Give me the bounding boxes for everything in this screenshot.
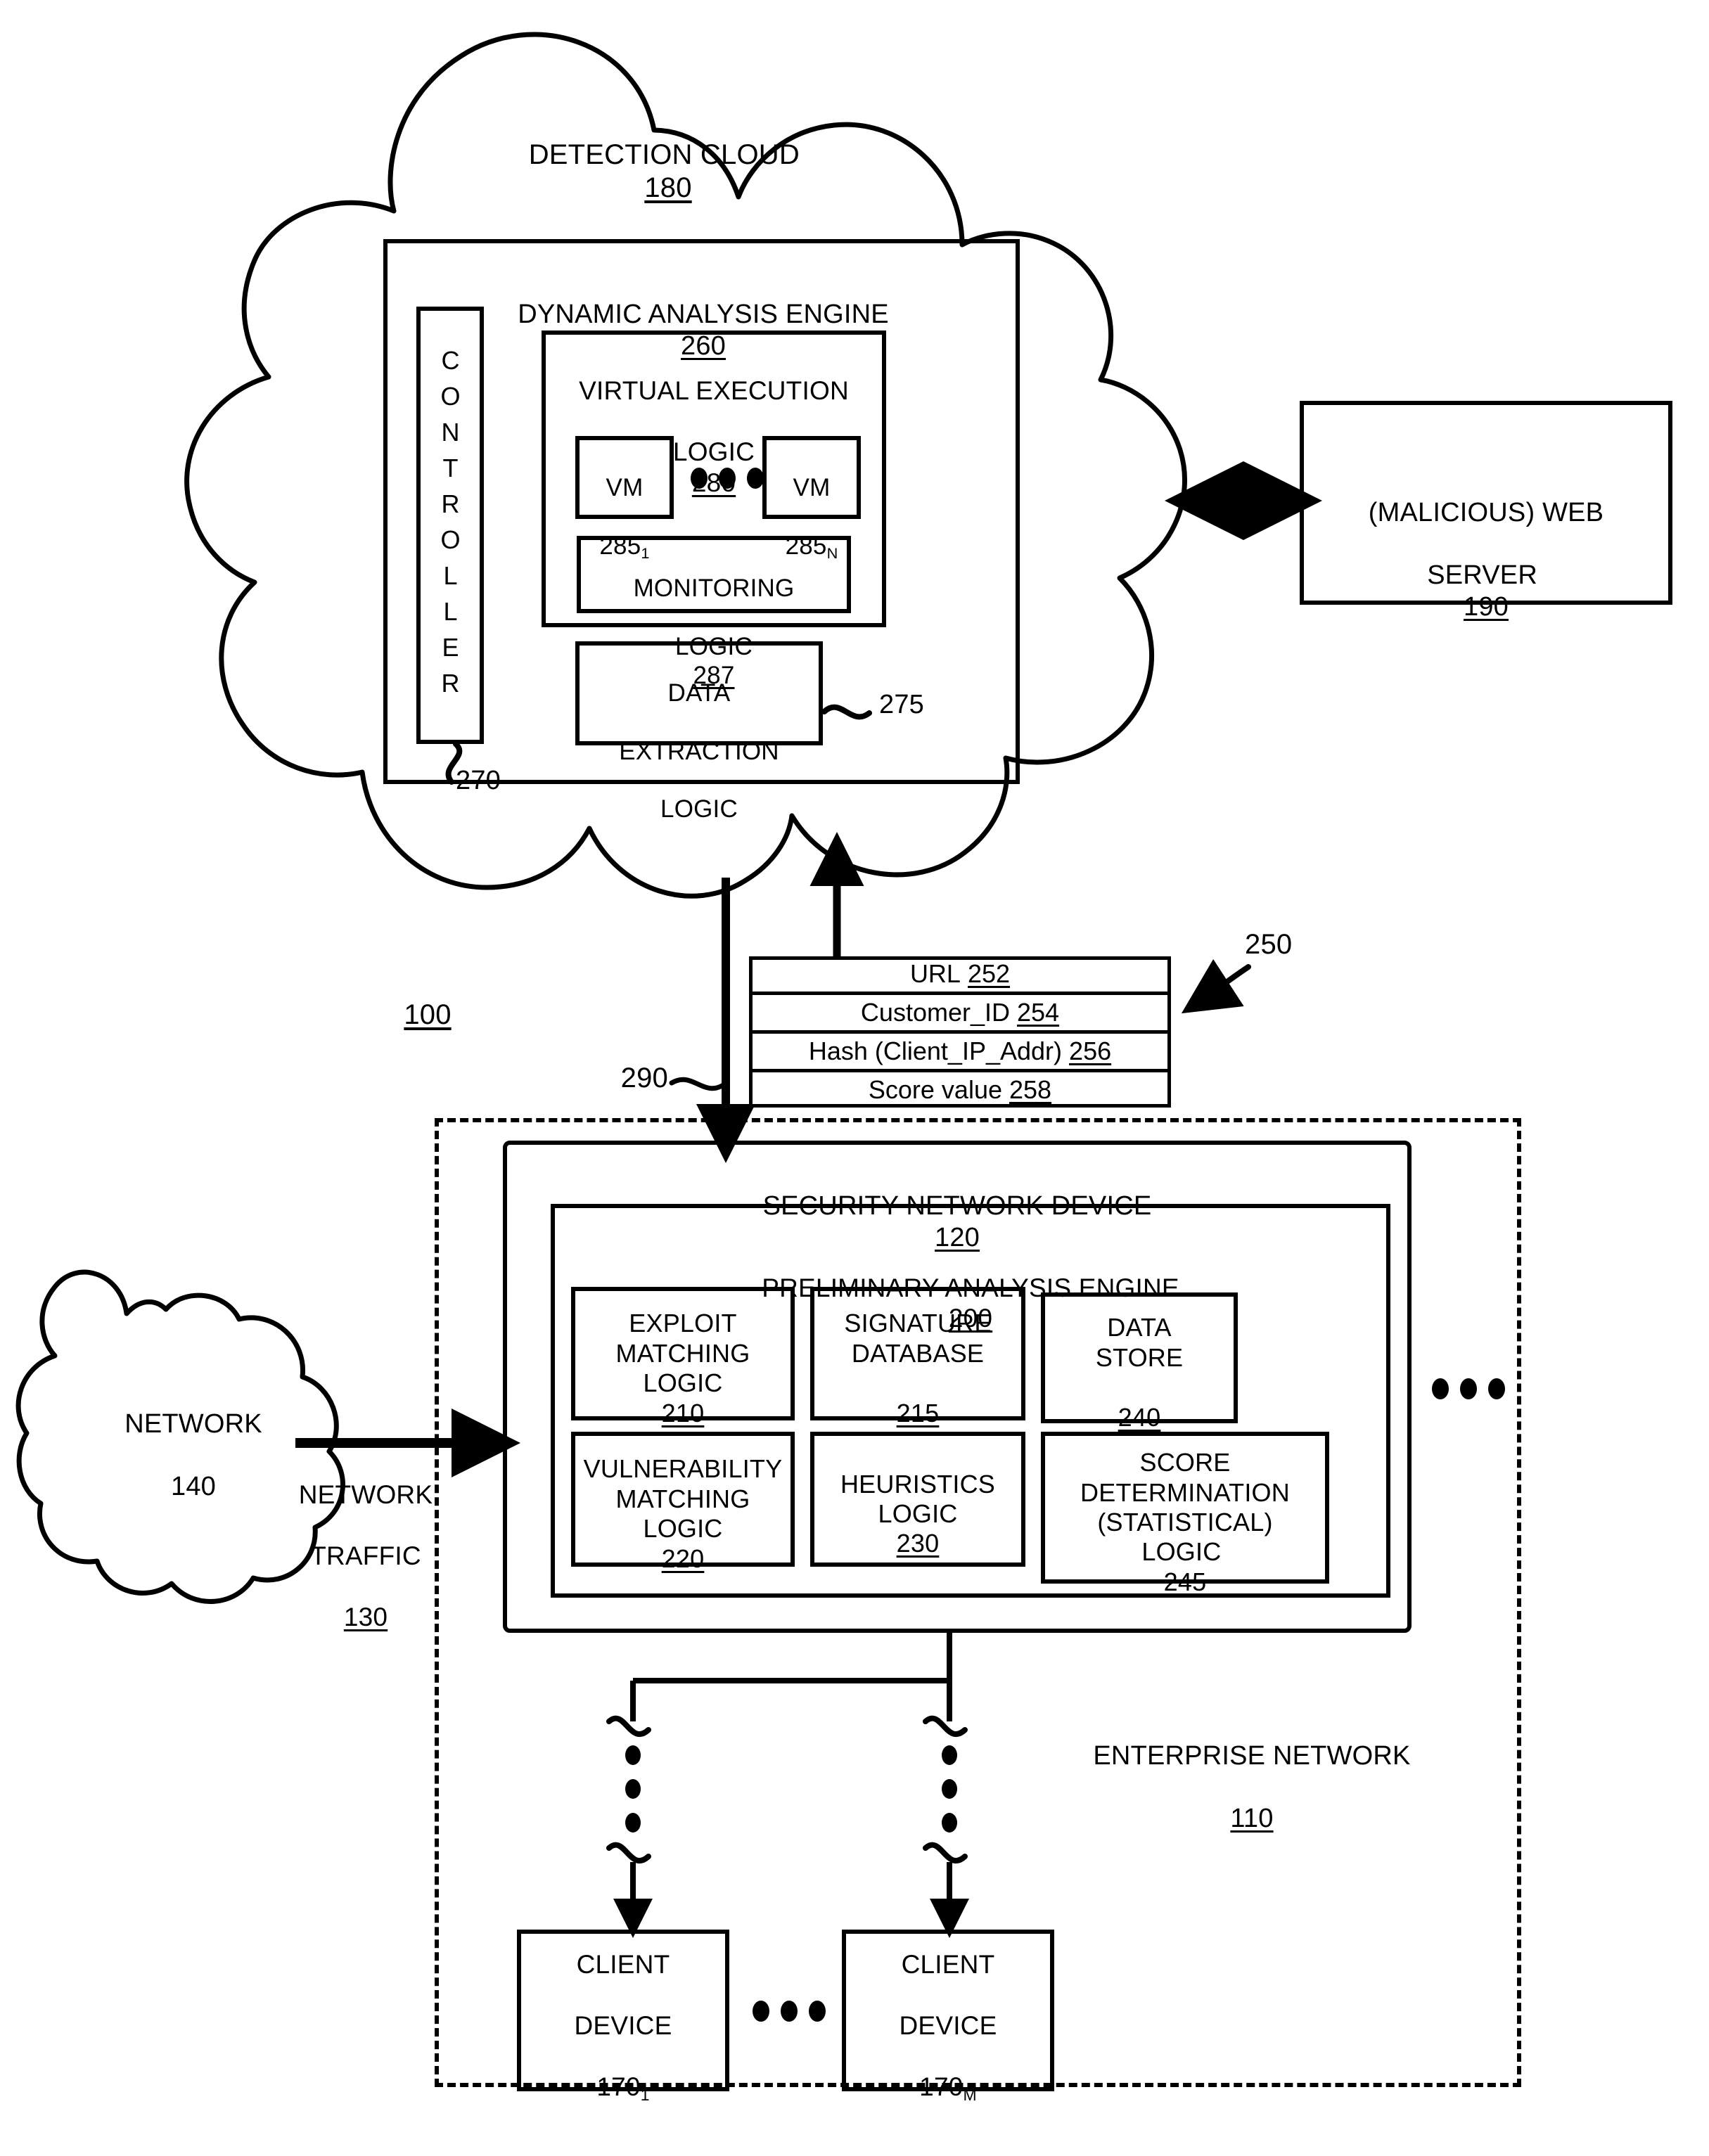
module-heuristics-logic: HEURISTICS LOGIC 230 <box>810 1432 1025 1567</box>
enterprise-network-label: ENTERPRISE NETWORK 110 <box>1093 1740 1411 1834</box>
client-device-box-m: CLIENT DEVICE 170M <box>842 1930 1054 2104</box>
controller-box: CONTROLLER <box>416 307 484 744</box>
vm-ellipsis <box>691 468 764 489</box>
data-extraction-logic-label: DATA EXTRACTION LOGIC <box>619 679 779 823</box>
network-traffic-label: NETWORK TRAFFIC 130 <box>298 1480 433 1632</box>
client-bus-ellipsis-left <box>625 1745 641 1833</box>
message-250-rows: URL 252 Customer_ID 254 Hash (Client_IP_… <box>749 956 1171 1108</box>
system-ref-100: 100 <box>404 999 452 1030</box>
module-signature-database: SIGNATURE DATABASE 215 <box>810 1287 1025 1427</box>
leader-250 <box>1181 958 1251 1014</box>
client-device-box-1: CLIENT DEVICE 1701 <box>517 1930 729 2104</box>
module-exploit-matching-logic: EXPLOIT MATCHING LOGIC 210 <box>571 1287 795 1427</box>
module-score-determination-logic: SCORE DETERMINATION (STATISTICAL) LOGIC … <box>1041 1432 1329 1596</box>
module-lines: SCORE DETERMINATION (STATISTICAL) LOGIC <box>1080 1448 1290 1567</box>
detection-cloud-label: DETECTION CLOUD 180 <box>528 139 800 204</box>
module-vulnerability-matching-logic: VULNERABILITY MATCHING LOGIC 220 <box>571 1432 795 1573</box>
message-row: Hash (Client_IP_Addr) 256 <box>749 1034 1171 1072</box>
message-row: URL 252 <box>749 956 1171 995</box>
module-ref: 245 <box>1163 1567 1207 1596</box>
client-bus-ellipsis-right <box>942 1745 957 1833</box>
module-ref: 230 <box>896 1529 940 1558</box>
security-device-more-ellipsis <box>1432 1378 1505 1399</box>
web-server-label: (MALICIOUS) WEB SERVER 190 <box>1368 497 1604 622</box>
data-extraction-logic-ref: 275 <box>879 690 925 719</box>
module-ref: 220 <box>661 1544 705 1573</box>
message-row: Customer_ID 254 <box>749 995 1171 1034</box>
module-ref: 215 <box>896 1398 940 1427</box>
module-lines: SIGNATURE DATABASE <box>844 1309 992 1368</box>
module-ref: 210 <box>661 1398 705 1427</box>
controller-ref: 270 <box>456 766 501 795</box>
patent-figure: DETECTION CLOUD 180 DYNAMIC ANALYSIS ENG… <box>0 0 1709 2156</box>
flow-ref-290: 290 <box>620 1063 668 1093</box>
module-lines: EXPLOIT MATCHING LOGIC <box>615 1309 750 1398</box>
client-device-ellipsis <box>753 2001 826 2022</box>
module-lines: HEURISTICS LOGIC <box>840 1469 996 1528</box>
module-lines: DATA STORE <box>1095 1313 1184 1372</box>
module-data-store: DATA STORE 240 <box>1041 1292 1238 1432</box>
controller-label: CONTROLLER <box>436 346 465 705</box>
message-row: Score value 258 <box>868 1075 1052 1104</box>
module-lines: VULNERABILITY MATCHING LOGIC <box>583 1454 783 1544</box>
message-250-ref: 250 <box>1245 929 1293 960</box>
leader-290 <box>669 1077 727 1091</box>
